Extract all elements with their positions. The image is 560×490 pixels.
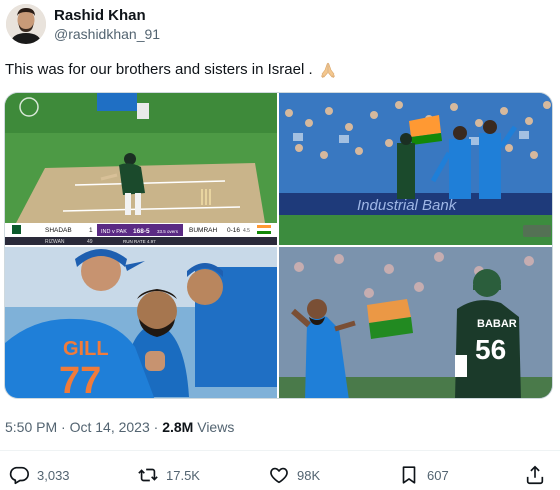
tweet-meta: 5:50 PM · Oct 14, 2023 · 2.8M Views — [5, 417, 234, 437]
reply-count: 3,033 — [37, 467, 70, 483]
tweet-header: Rashid Khan @rashidkhan_91 — [4, 4, 556, 48]
jersey-left-number: 77 — [59, 360, 101, 399]
reply-icon — [9, 466, 29, 485]
score-match: IND v PAK — [101, 229, 127, 235]
avatar[interactable] — [6, 4, 46, 44]
jersey-right-number: 56 — [475, 334, 506, 365]
photo-batting-shot[interactable]: SHADAB 1 RIZWAN 49 IND v PAK 168-5 33.5 … — [5, 93, 277, 245]
ad-board-text: Industrial Bank — [357, 197, 458, 214]
score-total: 168-5 — [133, 228, 150, 235]
jersey-left-name: GILL — [63, 338, 109, 360]
tweet-time[interactable]: 5:50 PM — [5, 419, 57, 435]
tweet-date[interactable]: Oct 14, 2023 — [70, 419, 150, 435]
tweet-body: This was for our brothers and sisters in… — [5, 61, 313, 78]
score-team1-sub: RIZWAN — [45, 239, 65, 245]
score-team1: SHADAB — [45, 227, 72, 234]
score-team1-sub-runs: 49 — [87, 239, 93, 245]
heart-icon — [270, 467, 288, 484]
display-name[interactable]: Rashid Khan — [54, 7, 160, 25]
bookmark-icon — [402, 466, 416, 484]
score-overs: 33.5 overs — [157, 229, 179, 234]
meta-separator-2: · — [153, 419, 159, 435]
reply-button[interactable]: 3,033 — [8, 462, 70, 488]
action-bar: 3,033 17.5K 98K 607 — [0, 462, 560, 488]
jersey-right-name: BABAR — [477, 318, 517, 330]
avatar-photo — [6, 4, 46, 44]
user-handle[interactable]: @rashidkhan_91 — [54, 25, 160, 44]
bookmark-button[interactable]: 607 — [398, 462, 449, 488]
score-team1-runs: 1 — [89, 227, 93, 234]
views-label: Views — [197, 419, 235, 435]
meta-separator: · — [61, 419, 66, 435]
repost-count: 17.5K — [166, 467, 200, 483]
score-run-rate: RUN RATE 4.97 — [123, 239, 156, 244]
divider — [0, 450, 560, 451]
folded-hands-icon — [319, 61, 337, 79]
repost-icon — [138, 468, 158, 482]
tweet-text: This was for our brothers and sisters in… — [5, 60, 337, 80]
like-button[interactable]: 98K — [268, 462, 320, 488]
views-count: 2.8M — [162, 419, 194, 435]
bookmark-count: 607 — [427, 467, 449, 483]
media-grid: SHADAB 1 RIZWAN 49 IND v PAK 168-5 33.5 … — [4, 92, 553, 399]
photo-team-huddle[interactable]: GILL 77 — [5, 247, 277, 399]
like-count: 98K — [297, 467, 321, 483]
repost-button[interactable]: 17.5K — [137, 462, 200, 488]
score-bowler-overs: 4.5 — [243, 228, 250, 234]
photo-siraj-babar[interactable]: BABAR 56 — [279, 247, 552, 398]
photo-celebration-crowd[interactable]: Industrial Bank — [279, 93, 552, 245]
share-icon — [526, 465, 544, 485]
cropped-previous-line — [0, 0, 560, 3]
share-button[interactable] — [524, 462, 546, 488]
score-bowler-figures: 0-16 — [227, 227, 240, 234]
score-bowler: BUMRAH — [189, 227, 217, 234]
